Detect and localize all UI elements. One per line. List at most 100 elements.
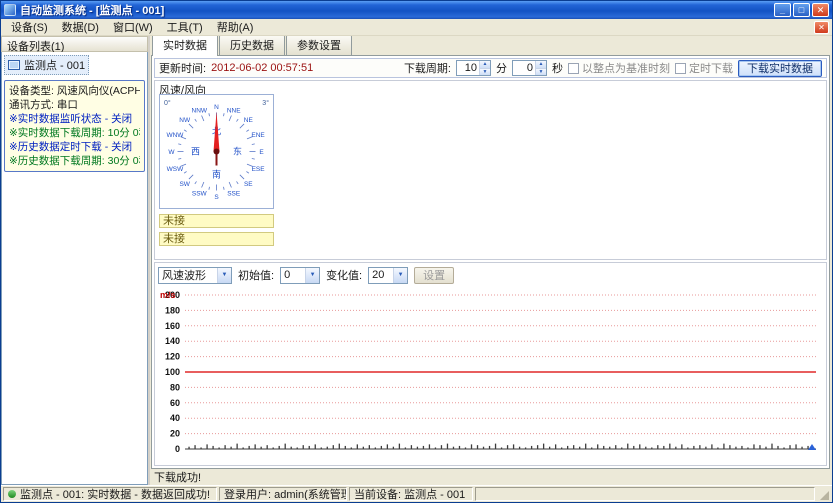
download-status-text: 下载成功! [154,469,201,485]
listen-status-line: ※实时数据监听状态 - 关闭 [9,112,140,126]
comm-mode-line: 通讯方式: 串口 [9,98,140,112]
align-hour-label: 以整点为基准时刻 [582,60,670,76]
svg-text:W: W [168,149,175,156]
svg-text:南: 南 [212,169,221,180]
checkbox-icon [675,63,686,74]
tree-item-device[interactable]: 监测点 - 001 [4,55,89,75]
resize-grip[interactable] [817,487,830,501]
login-user-text: 登录用户: admin(系统管理员) [224,487,347,501]
status-icon [8,490,16,498]
download-status-bar: 下载成功! [151,469,830,485]
main-area: 实时数据 历史数据 参数设置 更新时间: 2012-06-02 00:57:51… [150,36,832,485]
svg-text:东: 东 [233,146,242,157]
device-info-balloon: 设备类型: 风速风向仪(ACPH-4) 通讯方式: 串口 ※实时数据监听状态 -… [4,80,145,172]
sidebar-header: 设备列表(1) [1,36,148,52]
history-period-line: ※历史数据下载周期: 30分 0秒 [9,154,140,168]
timed-download-checkbox[interactable]: 定时下载 [675,60,733,76]
spin-down-icon[interactable]: ▼ [480,69,490,76]
content: 设备列表(1) 监测点 - 001 设备类型: 风速风向仪(ACPH-4) 通讯… [1,36,832,485]
svg-text:0: 0 [175,444,180,454]
waveform-select-value: 风速波形 [159,267,217,283]
svg-text:SE: SE [244,181,253,188]
svg-text:140: 140 [165,336,180,346]
statusbar-message-cell: 监测点 - 001: 实时数据 - 数据返回成功! [3,487,217,501]
update-time-value: 2012-06-02 00:57:51 [211,62,313,74]
initial-value-label: 初始值: [238,267,274,283]
download-realtime-button[interactable]: 下载实时数据 [738,60,822,77]
svg-text:3°: 3° [262,99,269,107]
download-period-label: 下载周期: [404,60,451,76]
spin-down-icon[interactable]: ▼ [536,69,546,76]
spin-up-icon[interactable]: ▲ [480,61,490,69]
spin-up-icon[interactable]: ▲ [536,61,546,69]
update-time-label: 更新时间: [159,60,206,76]
checkbox-icon [568,63,579,74]
minutes-spinner[interactable]: 10 ▲ ▼ [456,60,491,76]
chevron-down-icon[interactable]: ▼ [393,268,407,283]
svg-text:NNE: NNE [227,107,241,114]
menu-item-device[interactable]: 设备(S) [4,18,55,36]
seconds-unit-label: 秒 [552,60,563,76]
tab-realtime-data[interactable]: 实时数据 [152,36,218,56]
menu-item-data[interactable]: 数据(D) [55,18,106,36]
menu-item-help[interactable]: 帮助(A) [210,18,261,36]
svg-text:NNW: NNW [192,107,208,114]
seconds-spinner[interactable]: 0 ▲ ▼ [512,60,547,76]
svg-text:西: 西 [191,147,200,157]
svg-text:ENE: ENE [251,132,265,139]
device-monitor-icon [8,60,20,70]
minutes-value: 10 [457,61,479,75]
svg-text:180: 180 [165,305,180,315]
close-button[interactable]: ✕ [812,3,829,17]
menubar: 设备(S) 数据(D) 窗口(W) 工具(T) 帮助(A) ✕ [1,19,832,36]
timed-download-label: 定时下载 [689,60,733,76]
svg-text:NE: NE [244,117,254,124]
svg-text:m/s: m/s [160,290,176,300]
menu-item-tools[interactable]: 工具(T) [160,18,210,36]
chevron-down-icon[interactable]: ▼ [217,268,231,283]
svg-text:WSW: WSW [167,166,184,173]
initial-value: 0 [281,269,305,281]
svg-text:60: 60 [170,398,180,408]
change-value-label: 变化值: [326,267,362,283]
minimize-button[interactable]: _ [774,3,791,17]
menu-item-window[interactable]: 窗口(W) [106,18,160,36]
svg-text:SSE: SSE [227,191,241,198]
waveform-select[interactable]: 风速波形 ▼ [158,267,232,284]
mdi-close-icon[interactable]: ✕ [814,21,829,34]
sidebar-body: 监测点 - 001 设备类型: 风速风向仪(ACPH-4) 通讯方式: 串口 ※… [1,52,148,485]
change-value: 20 [369,269,393,281]
align-hour-checkbox[interactable]: 以整点为基准时刻 [568,60,670,76]
svg-text:100: 100 [165,367,180,377]
maximize-button[interactable]: □ [793,3,810,17]
initial-value-select[interactable]: 0 ▼ [280,267,320,284]
toolbar: 更新时间: 2012-06-02 00:57:51 下载周期: 10 ▲ ▼ 分 [154,58,827,78]
change-value-select[interactable]: 20 ▼ [368,267,408,284]
svg-text:20: 20 [170,429,180,439]
realtime-period-line: ※实时数据下载周期: 10分 0秒 [9,126,140,140]
wind-speed-chart: 020406080100120140160180200m/s [157,287,824,461]
statusbar: 监测点 - 001: 实时数据 - 数据返回成功! 登录用户: admin(系统… [1,485,832,502]
svg-text:NW: NW [179,117,191,124]
tab-parameter-settings[interactable]: 参数设置 [286,36,352,55]
minutes-unit-label: 分 [496,60,507,76]
tab-history-data[interactable]: 历史数据 [219,36,285,55]
status-box-2: 未接 [159,232,274,246]
tabbar: 实时数据 历史数据 参数设置 [151,37,830,55]
svg-text:ESE: ESE [252,166,266,173]
chevron-down-icon[interactable]: ▼ [305,268,319,283]
svg-text:SW: SW [179,181,190,188]
statusbar-filler-cell [475,487,815,501]
statusbar-message: 监测点 - 001: 实时数据 - 数据返回成功! [20,487,210,501]
device-sidebar: 设备列表(1) 监测点 - 001 设备类型: 风速风向仪(ACPH-4) 通讯… [1,36,150,485]
realtime-panel: 更新时间: 2012-06-02 00:57:51 下载周期: 10 ▲ ▼ 分 [151,55,830,469]
titlebar: 自动监测系统 - [监测点 - 001] _ □ ✕ [1,1,832,19]
svg-text:160: 160 [165,321,180,331]
svg-text:0°: 0° [164,99,171,107]
current-device-text: 当前设备: 监测点 - 001 [354,487,465,501]
wind-gauge-panel: 风速/风向 NNNENEENEEESESESSESSSWSWWSWWWNWNWN… [154,80,827,260]
set-button[interactable]: 设置 [414,267,454,284]
svg-text:80: 80 [170,382,180,392]
wind-compass: NNNENEENEEESESESSESSSWSWWSWWWNWNWNNW北东南西… [159,94,274,209]
statusbar-device-cell: 当前设备: 监测点 - 001 [349,487,473,501]
